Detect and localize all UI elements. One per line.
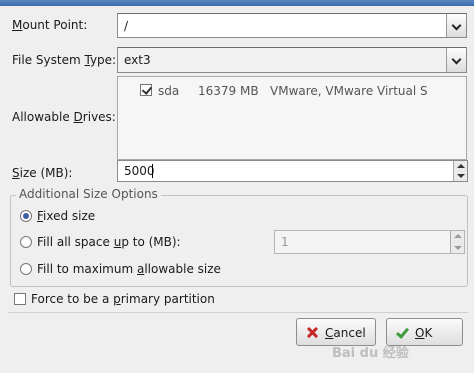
fill-upto-value: 1	[281, 235, 289, 249]
drives-list[interactable]: sda 16379 MB VMware, VMware Virtual S	[117, 76, 467, 160]
fill-upto-label[interactable]: Fill all space up to (MB):	[37, 235, 181, 249]
mount-point-combo[interactable]: /	[117, 13, 467, 38]
drive-name: sda	[158, 84, 180, 98]
chevron-down-icon	[451, 54, 462, 65]
size-spin-buttons[interactable]	[453, 161, 467, 181]
spin-down-icon[interactable]	[457, 174, 465, 178]
fixed-size-label[interactable]: Fixed size	[37, 209, 95, 223]
fs-type-combo[interactable]: ext3	[117, 47, 467, 73]
text-cursor	[152, 164, 153, 178]
fill-upto-spinner[interactable]: 1	[274, 230, 465, 254]
mount-point-label: Mount Point:	[12, 18, 88, 32]
drive-model: VMware, VMware Virtual S	[270, 84, 428, 98]
fill-max-radio[interactable]	[20, 263, 32, 275]
spin-up-icon[interactable]	[454, 234, 462, 238]
spin-up-icon[interactable]	[457, 164, 465, 168]
size-label: Size (MB):	[12, 166, 73, 180]
size-value[interactable]: 5000	[124, 164, 155, 178]
mount-point-dropdown-button[interactable]	[446, 14, 466, 37]
additional-size-title: Additional Size Options	[16, 187, 161, 201]
cancel-button-label: Cancel	[325, 326, 366, 340]
fill-upto-radio[interactable]	[20, 236, 32, 248]
ok-button-label: OK	[415, 326, 433, 340]
fill-max-label[interactable]: Fill to maximum allowable size	[37, 262, 221, 276]
fs-type-dropdown-button[interactable]	[446, 48, 466, 72]
checkmark-icon	[396, 326, 406, 338]
fixed-size-radio[interactable]	[20, 210, 32, 222]
add-partition-dialog: Mount Point: / File System Type: ext3 Al…	[0, 0, 474, 373]
fs-type-label: File System Type:	[12, 53, 117, 67]
mount-point-value[interactable]: /	[124, 19, 128, 33]
chevron-down-icon	[451, 20, 462, 31]
drive-checkbox[interactable]	[140, 84, 152, 96]
separator	[8, 312, 468, 313]
fs-type-value: ext3	[124, 53, 151, 67]
title-bar	[0, 0, 474, 6]
list-item[interactable]: sda 16379 MB VMware, VMware Virtual S	[118, 79, 466, 101]
drive-size: 16379 MB	[198, 84, 259, 98]
primary-partition-checkbox[interactable]	[14, 293, 26, 305]
drives-label: Allowable Drives:	[12, 110, 116, 124]
size-spinner[interactable]: 5000	[117, 160, 468, 182]
fill-upto-spin-buttons[interactable]	[450, 231, 464, 253]
primary-partition-label[interactable]: Force to be a primary partition	[31, 292, 215, 306]
close-icon	[307, 327, 318, 338]
spin-down-icon[interactable]	[454, 246, 462, 250]
watermark: Bai du 经验	[332, 346, 409, 361]
